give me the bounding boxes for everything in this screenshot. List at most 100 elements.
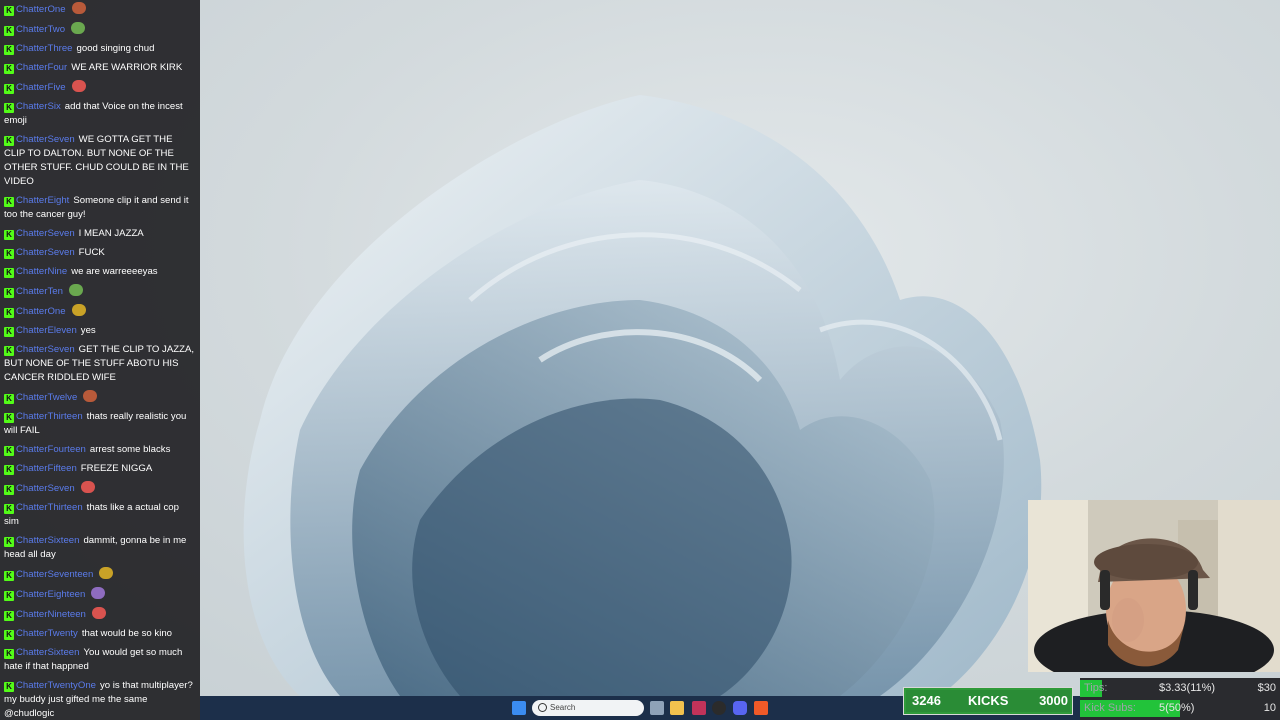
chat-message: K ChatterNineteen xyxy=(4,607,196,622)
stream-goals-panel: Tips: $3.33(11%) $30 Kick Subs: 5(50%) 1… xyxy=(1080,678,1280,720)
brave-browser-icon[interactable] xyxy=(754,701,768,715)
chat-message: K ChatterTwentyOne yo is that multiplayer?… xyxy=(4,679,196,720)
chat-username[interactable]: ChatterFourteen xyxy=(16,444,86,455)
kick-badge-icon: K xyxy=(4,611,14,621)
chat-message: K ChatterOne xyxy=(4,2,196,17)
chat-username[interactable]: ChatterFive xyxy=(16,82,66,93)
webcam-image xyxy=(1028,500,1280,672)
chat-message: K ChatterSeven I MEAN JAZZA xyxy=(4,227,196,241)
file-explorer-icon[interactable] xyxy=(670,701,684,715)
chat-username[interactable]: ChatterNine xyxy=(16,266,67,277)
chat-message: K ChatterSixteen dammit, gonna be in me he… xyxy=(4,534,196,562)
chat-username[interactable]: ChatterSeven xyxy=(16,134,75,145)
chat-message: K ChatterSix add that Voice on the incest … xyxy=(4,100,196,128)
tips-goal: $30 xyxy=(1257,682,1276,694)
kick-badge-icon: K xyxy=(4,630,14,640)
kicks-label: KICKS xyxy=(968,693,1009,708)
chat-username[interactable]: ChatterSeven xyxy=(16,228,75,239)
chat-username[interactable]: ChatterSeven xyxy=(16,344,75,355)
chat-username[interactable]: ChatterSeventeen xyxy=(16,569,93,580)
chat-text: good singing chud xyxy=(76,43,155,54)
start-icon[interactable] xyxy=(512,701,526,715)
kick-badge-icon: K xyxy=(4,504,14,514)
discord-icon[interactable] xyxy=(733,701,747,715)
chat-text: FUCK xyxy=(78,247,105,258)
kick-badge-icon: K xyxy=(4,26,14,36)
chat-text: FREEZE NIGGA xyxy=(80,463,153,474)
chat-emote-icon xyxy=(71,80,86,92)
chat-message: K ChatterEight Someone clip it and send it… xyxy=(4,194,196,222)
app-icon[interactable] xyxy=(692,701,706,715)
chat-emote-icon xyxy=(91,607,106,619)
chat-username[interactable]: ChatterOne xyxy=(16,306,66,317)
chat-emote-icon xyxy=(99,567,114,579)
chat-username[interactable]: ChatterThree xyxy=(16,43,73,54)
chat-username[interactable]: ChatterOne xyxy=(16,4,66,15)
chat-username[interactable]: ChatterTwo xyxy=(16,24,65,35)
kick-badge-icon: K xyxy=(4,682,14,692)
obs-icon[interactable] xyxy=(712,701,726,715)
kick-badge-icon: K xyxy=(4,230,14,240)
chat-username[interactable]: ChatterSixteen xyxy=(16,535,79,546)
chat-message: K ChatterThirteen thats really realistic y… xyxy=(4,410,196,438)
kick-badge-icon: K xyxy=(4,346,14,356)
chat-message: K ChatterSeventeen xyxy=(4,567,196,582)
chat-username[interactable]: ChatterSix xyxy=(16,101,61,112)
kick-badge-icon: K xyxy=(4,288,14,298)
chat-message: K ChatterSeven WE GOTTA GET THE CLIP TO DA… xyxy=(4,133,196,189)
subs-value: 5(50%) xyxy=(1159,702,1195,714)
chat-emote-icon xyxy=(71,304,86,316)
tips-label: Tips: xyxy=(1084,682,1108,694)
chat-username[interactable]: ChatterEighteen xyxy=(16,589,85,600)
chat-username[interactable]: ChatterThirteen xyxy=(16,502,83,513)
chat-username[interactable]: ChatterTen xyxy=(16,286,63,297)
kick-badge-icon: K xyxy=(4,308,14,318)
chat-username[interactable]: ChatterTwenty xyxy=(16,628,78,639)
kick-badge-icon: K xyxy=(4,6,14,16)
kick-badge-icon: K xyxy=(4,45,14,55)
chat-username[interactable]: ChatterSeven xyxy=(16,247,75,258)
chat-username[interactable]: ChatterEleven xyxy=(16,325,77,336)
taskbar-search-input[interactable]: Search xyxy=(532,700,644,716)
kick-badge-icon: K xyxy=(4,591,14,601)
chat-message: K ChatterSixteen You would get so much hat… xyxy=(4,646,196,674)
chat-username[interactable]: ChatterTwentyOne xyxy=(16,680,96,691)
kicks-goal-count: 3000 xyxy=(1039,693,1068,708)
kick-badge-icon: K xyxy=(4,103,14,113)
chat-username[interactable]: ChatterEight xyxy=(16,195,69,206)
chat-username[interactable]: ChatterTwelve xyxy=(16,392,77,403)
chat-message: K ChatterEleven yes xyxy=(4,324,196,338)
kick-badge-icon: K xyxy=(4,446,14,456)
chat-message: K ChatterNine we are warreeeeyas xyxy=(4,265,196,279)
chat-emote-icon xyxy=(91,587,106,599)
chat-emote-icon xyxy=(83,390,98,402)
chat-message: K ChatterSeven FUCK xyxy=(4,246,196,260)
chat-username[interactable]: ChatterFifteen xyxy=(16,463,77,474)
chat-message: K ChatterTen xyxy=(4,284,196,299)
kick-badge-icon: K xyxy=(4,649,14,659)
search-icon xyxy=(538,703,547,712)
webcam-feed xyxy=(1028,500,1280,672)
kick-badge-icon: K xyxy=(4,268,14,278)
search-placeholder: Search xyxy=(550,703,576,712)
tips-value: $3.33(11%) xyxy=(1159,682,1216,694)
chat-username[interactable]: ChatterThirteen xyxy=(16,411,83,422)
chat-message: K ChatterThirteen thats like a actual cop … xyxy=(4,501,196,529)
task-view-icon[interactable] xyxy=(650,701,664,715)
chat-emote-icon xyxy=(71,2,86,14)
chat-text: yes xyxy=(80,325,96,336)
chat-message: K ChatterFifteen FREEZE NIGGA xyxy=(4,462,196,476)
kick-badge-icon: K xyxy=(4,327,14,337)
chat-overlay: K ChatterOne K ChatterTwo K ChatterThree good … xyxy=(0,0,200,720)
chat-text: WE ARE WARRIOR KIRK xyxy=(71,62,183,73)
kick-badge-icon: K xyxy=(4,537,14,547)
chat-message: K ChatterTwelve xyxy=(4,390,196,405)
chat-username[interactable]: ChatterFour xyxy=(16,62,67,73)
kick-badge-icon: K xyxy=(4,64,14,74)
chat-text: that would be so kino xyxy=(81,628,172,639)
chat-username[interactable]: ChatterSeven xyxy=(16,483,75,494)
stream-screen: K ChatterOne K ChatterTwo K ChatterThree good … xyxy=(0,0,1280,720)
chat-username[interactable]: ChatterNineteen xyxy=(16,609,86,620)
kick-badge-icon: K xyxy=(4,485,14,495)
chat-username[interactable]: ChatterSixteen xyxy=(16,647,79,658)
